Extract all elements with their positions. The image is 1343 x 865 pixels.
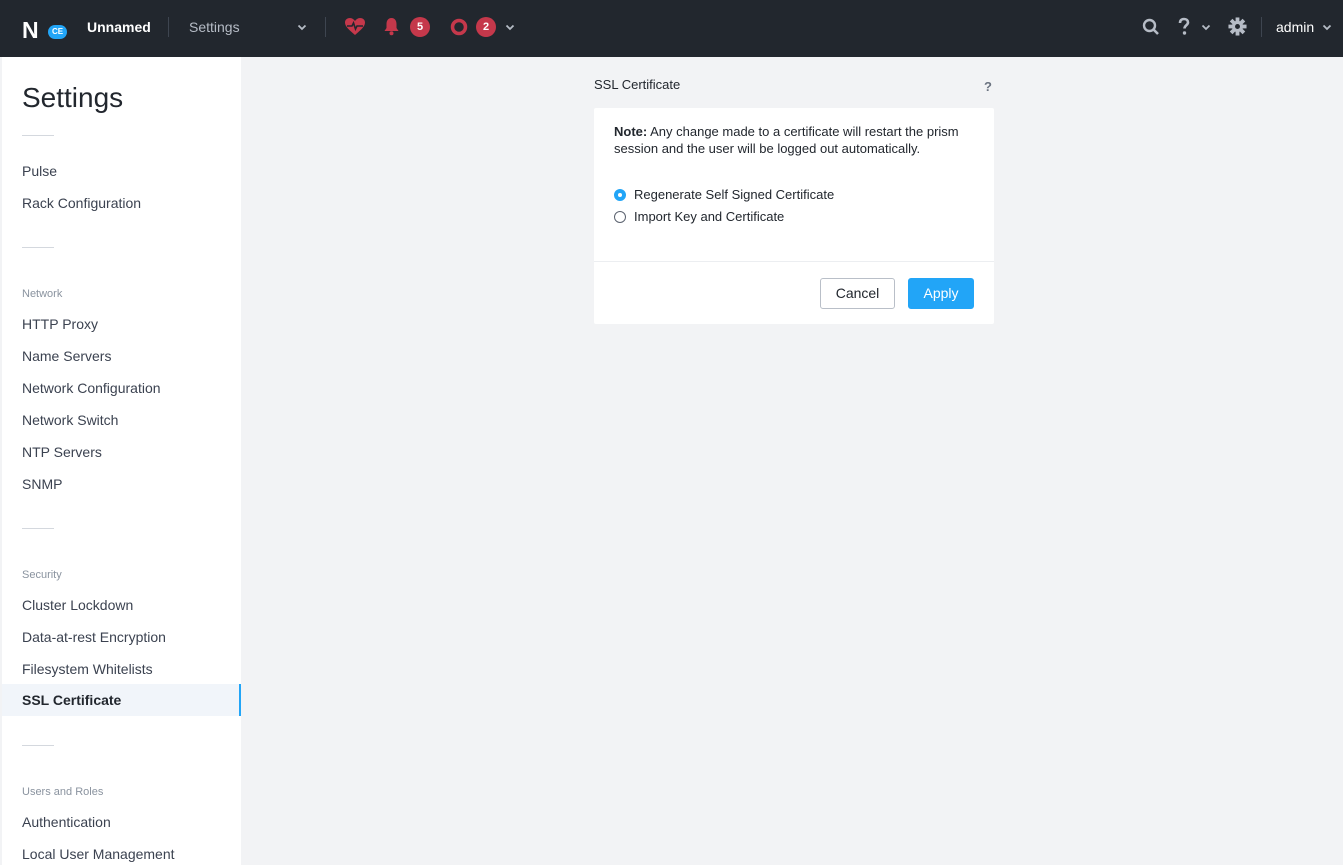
help-icon[interactable]: ?: [984, 79, 992, 94]
note-text: Any change made to a certificate will re…: [614, 124, 959, 156]
sidebar-item-filesystem-whitelists[interactable]: Filesystem Whitelists: [2, 653, 241, 685]
gear-icon[interactable]: [1228, 17, 1247, 36]
apply-button[interactable]: Apply: [908, 278, 974, 309]
sidebar-item-snmp[interactable]: SNMP: [2, 468, 241, 500]
sidebar-group-security: Security: [22, 569, 62, 581]
tasks-count-badge[interactable]: 2: [476, 17, 496, 37]
option-regenerate-self-signed[interactable]: Regenerate Self Signed Certificate: [614, 187, 834, 202]
note-label: Note:: [614, 124, 648, 139]
alerts-count-badge[interactable]: 5: [410, 17, 430, 37]
chevron-down-icon[interactable]: [297, 18, 307, 36]
sidebar-item-network-configuration[interactable]: Network Configuration: [2, 372, 241, 404]
page-selector[interactable]: Settings: [189, 19, 240, 35]
cancel-button[interactable]: Cancel: [820, 278, 895, 309]
radio-button-checked[interactable]: [614, 188, 626, 201]
restart-note: Note: Any change made to a certificate w…: [614, 123, 974, 157]
sidebar-item-ntp-servers[interactable]: NTP Servers: [2, 436, 241, 468]
user-menu[interactable]: admin: [1276, 19, 1314, 35]
topbar-divider: [1261, 17, 1262, 37]
cluster-name[interactable]: Unnamed: [87, 19, 151, 35]
top-navigation-bar: N CE Unnamed Settings 5 2 admin: [0, 0, 1343, 57]
sidebar-item-name-servers[interactable]: Name Servers: [2, 340, 241, 372]
sidebar-title: Settings: [22, 82, 124, 113]
sidebar-item-authentication[interactable]: Authentication: [2, 806, 241, 838]
bell-icon[interactable]: [383, 17, 400, 36]
radio-button[interactable]: [614, 210, 626, 223]
sidebar-divider: [22, 528, 54, 529]
sidebar-group-users-and-roles: Users and Roles: [22, 786, 104, 798]
health-icon[interactable]: [344, 17, 366, 37]
footer-divider: [594, 261, 994, 262]
option-import-key-and-certificate[interactable]: Import Key and Certificate: [614, 209, 784, 224]
option-label: Import Key and Certificate: [634, 209, 785, 224]
sidebar-item-http-proxy[interactable]: HTTP Proxy: [2, 308, 241, 340]
settings-sidebar: Settings Pulse Rack Configuration Networ…: [2, 57, 241, 865]
sidebar-item-pulse[interactable]: Pulse: [2, 155, 241, 187]
logo-letter: N: [22, 17, 39, 43]
sidebar-divider: [22, 135, 54, 136]
sidebar-item-data-at-rest-encryption[interactable]: Data-at-rest Encryption: [2, 621, 241, 653]
chevron-down-icon[interactable]: [505, 18, 515, 36]
sidebar-group-network: Network: [22, 288, 63, 300]
help-icon[interactable]: [1177, 17, 1191, 37]
task-circle-icon[interactable]: [450, 18, 468, 36]
ssl-certificate-card: Note: Any change made to a certificate w…: [594, 108, 994, 324]
sidebar-item-ssl-certificate[interactable]: SSL Certificate: [2, 684, 241, 716]
sidebar-item-network-switch[interactable]: Network Switch: [2, 404, 241, 436]
option-label: Regenerate Self Signed Certificate: [634, 187, 835, 202]
logo-edition-badge: CE: [48, 25, 68, 39]
sidebar-divider: [22, 247, 54, 248]
nutanix-logo[interactable]: N CE: [22, 15, 70, 43]
topbar-divider: [168, 17, 169, 37]
chevron-down-icon[interactable]: [1322, 18, 1332, 36]
sidebar-item-cluster-lockdown[interactable]: Cluster Lockdown: [2, 589, 241, 621]
sidebar-item-local-user-management[interactable]: Local User Management: [2, 838, 241, 865]
sidebar-divider: [22, 745, 54, 746]
chevron-down-icon[interactable]: [1201, 18, 1211, 36]
sidebar-item-rack-configuration[interactable]: Rack Configuration: [2, 187, 241, 219]
search-icon[interactable]: [1142, 18, 1160, 36]
panel-title: SSL Certificate: [594, 77, 681, 92]
topbar-divider: [325, 17, 326, 37]
